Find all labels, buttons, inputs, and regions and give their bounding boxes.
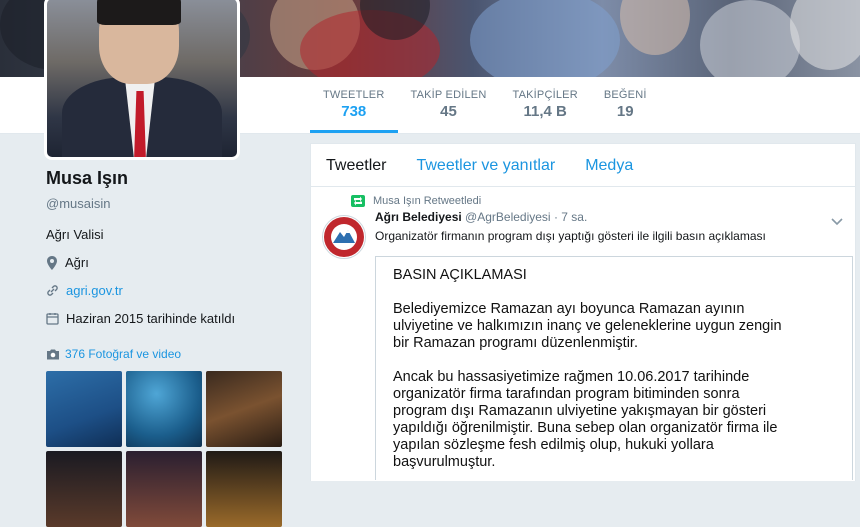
press-line: Ancak bu hassasiyetimize rağmen 10.06.20…: [393, 369, 750, 385]
press-line: program dışı Ramazanın ulviyetine yakışm…: [393, 403, 767, 419]
profile-joined: Haziran 2015 tarihinde katıldı: [46, 311, 296, 326]
media-thumbnail[interactable]: [46, 451, 122, 527]
location-pin-icon: [47, 255, 57, 270]
media-thumbnail[interactable]: [206, 451, 282, 527]
profile-card: Musa Işın @musaisin Ağrı Valisi Ağrı agr…: [46, 168, 296, 326]
profile-bio: Ağrı Valisi: [46, 227, 104, 242]
media-thumbnail[interactable]: [206, 371, 282, 447]
tweet-text: Organizatör firmanın program dışı yaptığ…: [375, 229, 766, 243]
profile-avatar[interactable]: [44, 0, 240, 160]
photos-videos-label: 376 Fotoğraf ve video: [65, 347, 182, 361]
stat-label: TAKİPÇİLER: [512, 89, 578, 101]
tab-tweets[interactable]: Tweetler: [311, 144, 401, 186]
stat-following[interactable]: TAKİP EDİLEN 45: [398, 77, 500, 133]
tweet-header: Ağrı Belediyesi @AgrBelediyesi · 7 sa.: [375, 210, 843, 224]
joined-text: Haziran 2015 tarihinde katıldı: [66, 311, 236, 326]
stat-label: TAKİP EDİLEN: [410, 89, 487, 101]
tab-media[interactable]: Medya: [570, 144, 648, 186]
press-paragraph: Belediyemizce Ramazan ayı boyunca Ramaza…: [393, 301, 852, 352]
tweet[interactable]: Musa Işın Retweetledi Ağrı Belediyesi @A…: [311, 187, 855, 259]
press-line: Belediyemizce Ramazan ayı boyunca Ramaza…: [393, 301, 745, 317]
website-link[interactable]: agri.gov.tr: [66, 283, 123, 298]
media-thumbnails: [46, 371, 282, 527]
retweet-text[interactable]: Musa Işın Retweetledi: [373, 195, 481, 207]
stat-label: BEĞENİ: [603, 89, 647, 101]
press-line: yapıldığı öğrenilmiştir. Buna sebep olan…: [393, 420, 778, 436]
stat-label: TWEETLER: [323, 89, 385, 101]
retweet-icon: [351, 195, 365, 207]
tweet-author-handle[interactable]: @AgrBelediyesi: [465, 210, 551, 224]
profile-location: Ağrı: [46, 255, 296, 270]
profile-name[interactable]: Musa Işın: [46, 168, 296, 189]
calendar-icon: [46, 313, 59, 325]
photos-videos-link[interactable]: 376 Fotoğraf ve video: [46, 347, 181, 361]
profile-website: agri.gov.tr: [46, 283, 296, 298]
tweet-attached-image[interactable]: BASIN AÇIKLAMASI Belediyemizce Ramazan a…: [375, 256, 853, 480]
stat-value: 45: [440, 103, 457, 120]
media-thumbnail[interactable]: [46, 371, 122, 447]
retweet-context: Musa Işın Retweetledi: [351, 195, 843, 207]
stat-value: 738: [341, 103, 367, 120]
stat-value: 11,4 B: [523, 103, 567, 120]
stat-likes[interactable]: BEĞENİ 19: [591, 77, 660, 133]
chevron-down-icon[interactable]: [831, 213, 843, 231]
press-line: bir Ramazan programı düzenlenmiştir.: [393, 335, 638, 351]
location-text: Ağrı: [65, 255, 89, 270]
stat-followers[interactable]: TAKİPÇİLER 11,4 B: [499, 77, 590, 133]
press-line: yapılan sözleşme fesh edilmiş olup, huku…: [393, 437, 714, 453]
tweet-author-avatar[interactable]: [322, 215, 366, 259]
media-thumbnail[interactable]: [126, 451, 202, 527]
press-line: ulviyetine ve halkımızın inanç ve gelene…: [393, 318, 782, 334]
stat-tweets[interactable]: TWEETLER 738: [310, 77, 398, 133]
press-paragraph: Ancak bu hassasiyetimize rağmen 10.06.20…: [393, 369, 852, 471]
press-line: başvurulmuştur.: [393, 454, 496, 470]
tweet-author-name[interactable]: Ağrı Belediyesi: [375, 210, 462, 224]
tweet-time[interactable]: · 7 sa.: [554, 210, 587, 224]
press-line: organizatör firma tarafından program bit…: [393, 386, 740, 402]
media-thumbnail[interactable]: [126, 371, 202, 447]
link-icon: [47, 285, 58, 296]
stat-value: 19: [616, 103, 634, 120]
tab-tweets-replies[interactable]: Tweetler ve yanıtlar: [401, 144, 570, 186]
press-title: BASIN AÇIKLAMASI: [393, 267, 527, 283]
municipality-logo-icon: [324, 217, 364, 257]
camera-icon: [47, 349, 59, 359]
timeline-tabs: Tweetler Tweetler ve yanıtlar Medya: [311, 144, 855, 187]
profile-stats: TWEETLER 738 TAKİP EDİLEN 45 TAKİPÇİLER …: [310, 77, 660, 133]
profile-handle[interactable]: @musaisin: [46, 196, 296, 211]
